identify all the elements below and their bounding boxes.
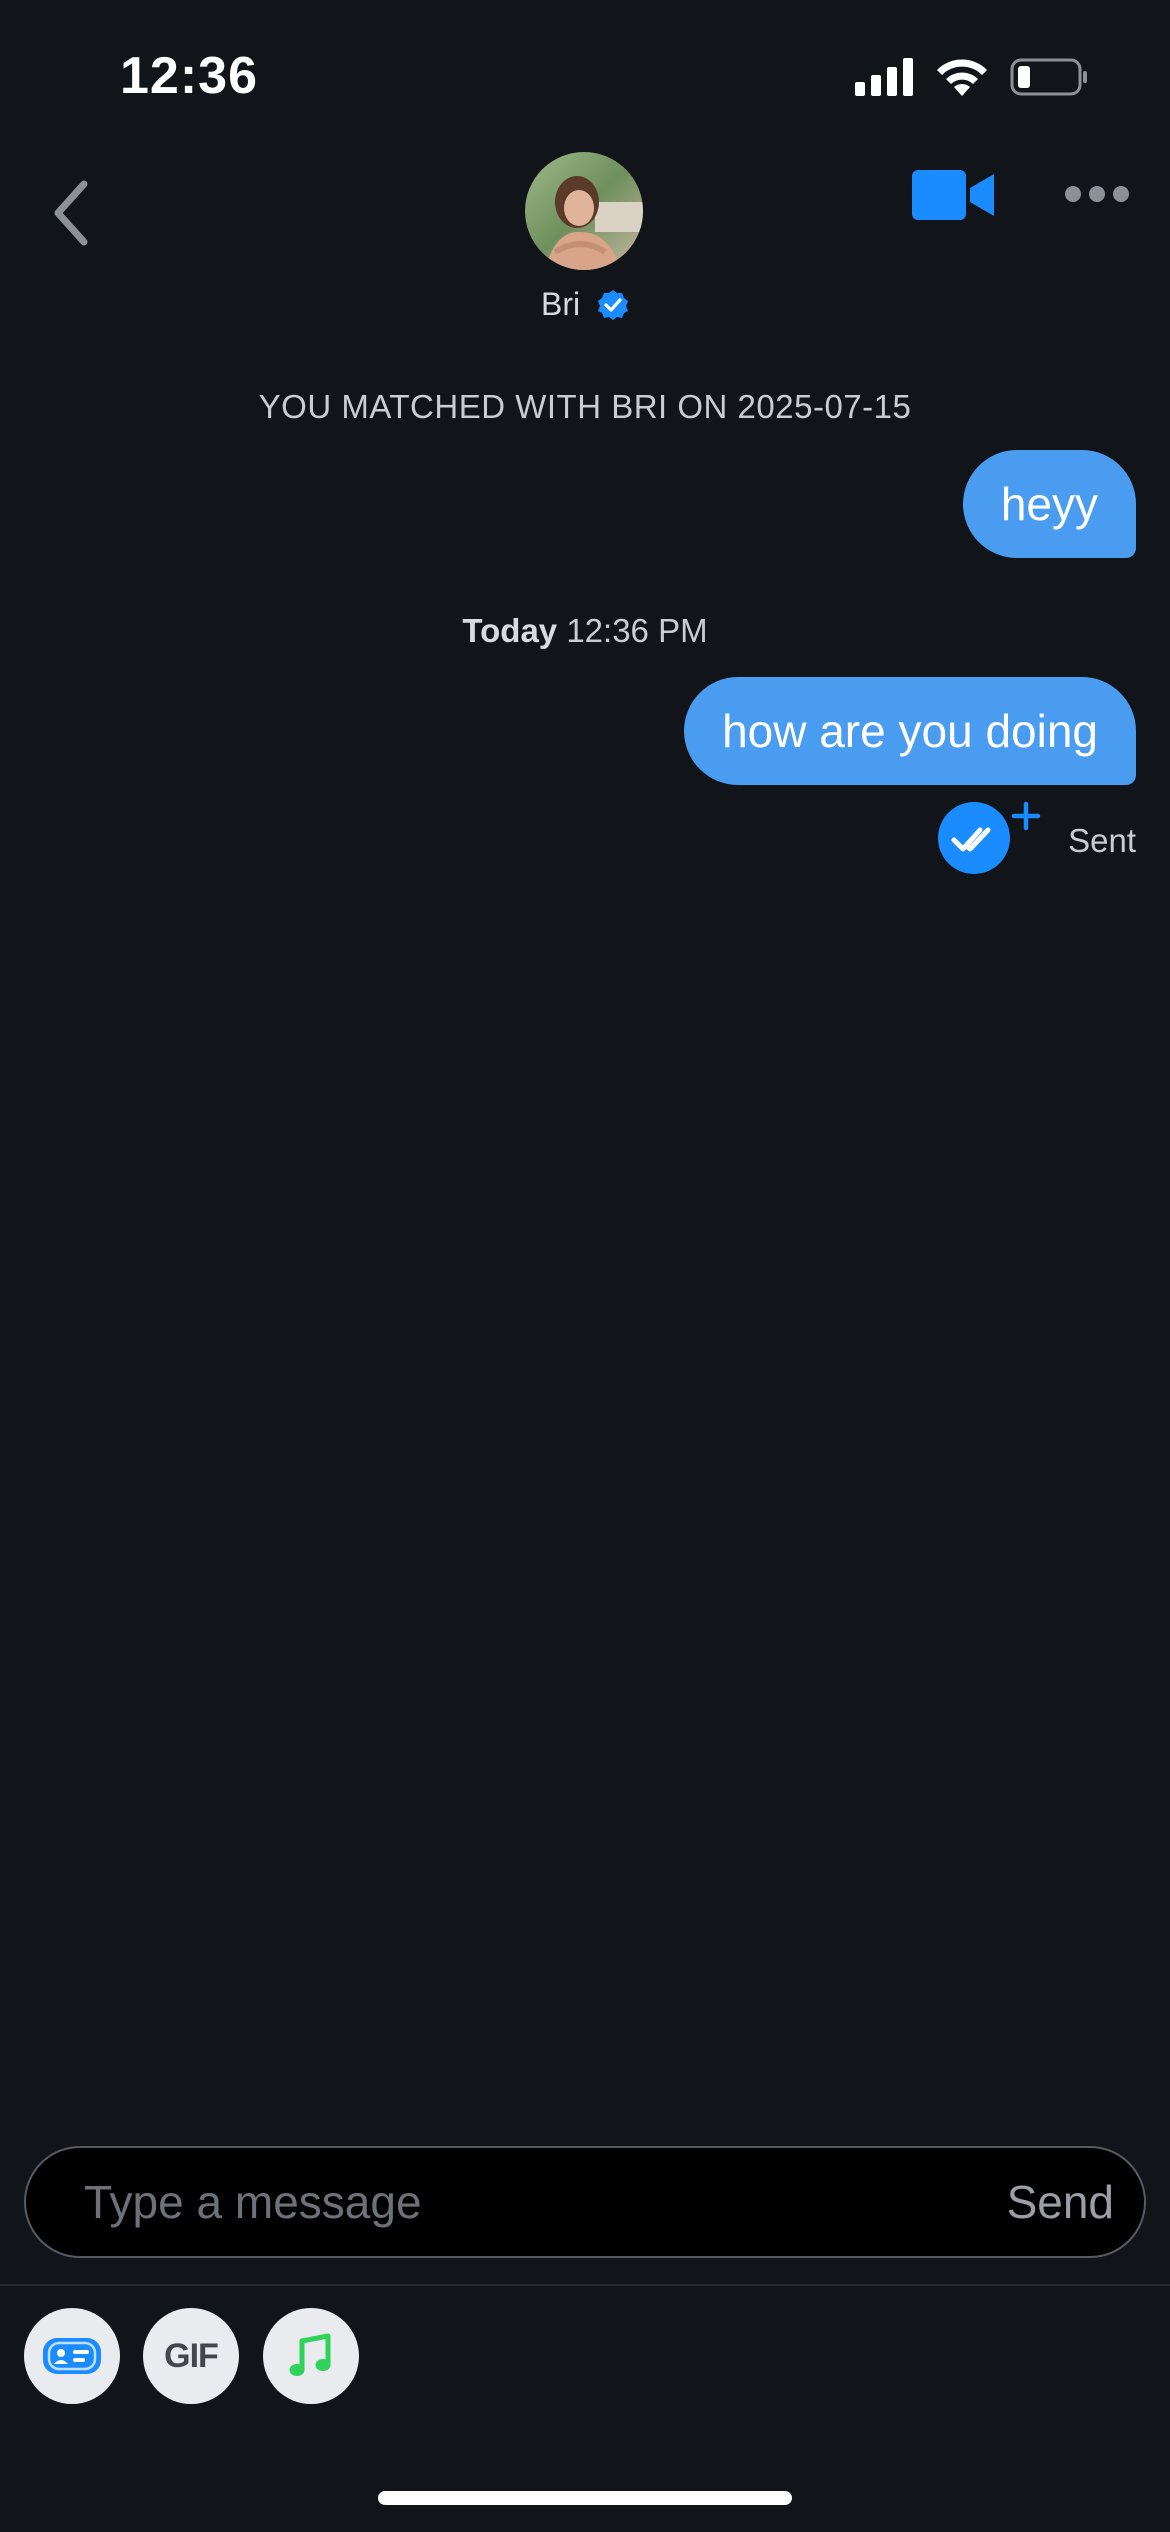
timestamp-time: 12:36 PM (566, 612, 708, 649)
video-camera-icon[interactable] (910, 166, 996, 226)
read-receipt-icon[interactable] (936, 800, 1046, 876)
message-bubble[interactable]: how are you doing (684, 677, 1136, 785)
message-timestamp: Today 12:36 PM (0, 612, 1170, 650)
verified-badge-icon (598, 289, 628, 320)
message-status: Sent (1068, 822, 1136, 859)
profile-photo (525, 152, 643, 270)
composer-divider (0, 2284, 1170, 2286)
message-bubble[interactable]: heyy (962, 450, 1136, 558)
avatar[interactable] (525, 152, 643, 270)
gif-label: GIF (164, 2336, 219, 2375)
profile-card-button[interactable] (24, 2308, 120, 2404)
wifi-icon (937, 59, 987, 96)
message-input[interactable] (84, 2148, 944, 2256)
profile-card-icon (43, 2338, 101, 2374)
back-chevron-icon[interactable] (48, 178, 98, 248)
message-composer: Send (24, 2146, 1146, 2258)
send-button[interactable]: Send (1007, 2148, 1114, 2256)
battery-icon (1010, 58, 1087, 96)
more-dots-icon[interactable] (1064, 178, 1130, 212)
header-name-row: Bri (0, 284, 1170, 323)
match-note: YOU MATCHED WITH BRI ON 2025-07-15 (258, 388, 912, 425)
home-indicator (378, 2491, 792, 2505)
music-button[interactable] (263, 2308, 359, 2404)
timestamp-day: Today (462, 612, 558, 649)
gif-button[interactable]: GIF (143, 2308, 239, 2404)
contact-name: Bri (541, 286, 581, 323)
signal-icon (855, 58, 913, 96)
status-time: 12:36 (120, 47, 258, 105)
music-note-icon (289, 2333, 331, 2376)
